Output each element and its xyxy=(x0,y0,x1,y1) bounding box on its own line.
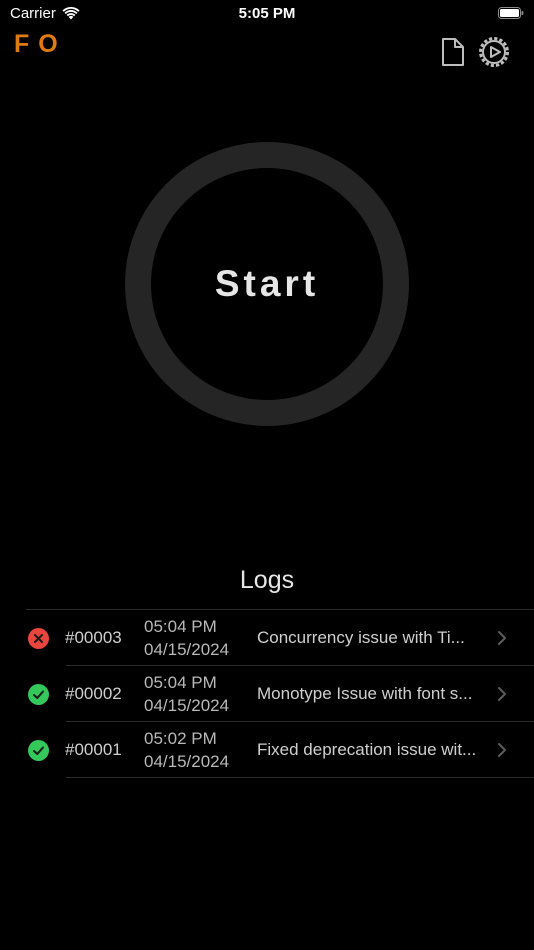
chevron-right-icon xyxy=(498,631,506,645)
gear-icon[interactable] xyxy=(478,36,510,68)
chevron-right-icon xyxy=(498,743,506,757)
error-status-icon xyxy=(28,628,49,649)
status-time: 5:05 PM xyxy=(238,5,296,22)
log-time: 05:04 PM xyxy=(144,673,217,692)
success-status-icon xyxy=(28,740,49,761)
log-message: Fixed deprecation issue wit... xyxy=(257,740,477,759)
log-id: #00003 xyxy=(65,628,122,647)
log-time: 05:04 PM xyxy=(144,617,217,636)
logs-title: Logs xyxy=(239,566,295,594)
start-label: Start xyxy=(214,263,320,304)
document-icon[interactable] xyxy=(437,36,469,68)
app-logo: FO xyxy=(14,30,67,58)
chevron-right-icon xyxy=(498,687,506,701)
start-button[interactable]: Start xyxy=(125,142,409,426)
success-status-icon xyxy=(28,684,49,705)
logs-list: #00003 05:04 PM 04/15/2024 Concurrency i… xyxy=(26,609,534,778)
log-message: Monotype Issue with font s... xyxy=(257,684,473,703)
log-id: #00001 xyxy=(65,740,122,759)
log-row[interactable]: #00002 05:04 PM 04/15/2024 Monotype Issu… xyxy=(26,666,534,722)
battery-icon xyxy=(498,7,524,19)
log-row[interactable]: #00003 05:04 PM 04/15/2024 Concurrency i… xyxy=(26,610,534,666)
log-row[interactable]: #00001 05:02 PM 04/15/2024 Fixed depreca… xyxy=(26,722,534,778)
log-date: 04/15/2024 xyxy=(144,696,230,715)
log-message: Concurrency issue with Ti... xyxy=(257,628,465,647)
log-date: 04/15/2024 xyxy=(144,640,230,659)
log-time: 05:02 PM xyxy=(144,729,217,748)
status-bar: Carrier 5:05 PM xyxy=(0,0,534,28)
log-date: 04/15/2024 xyxy=(144,752,230,771)
log-id: #00002 xyxy=(65,684,122,703)
